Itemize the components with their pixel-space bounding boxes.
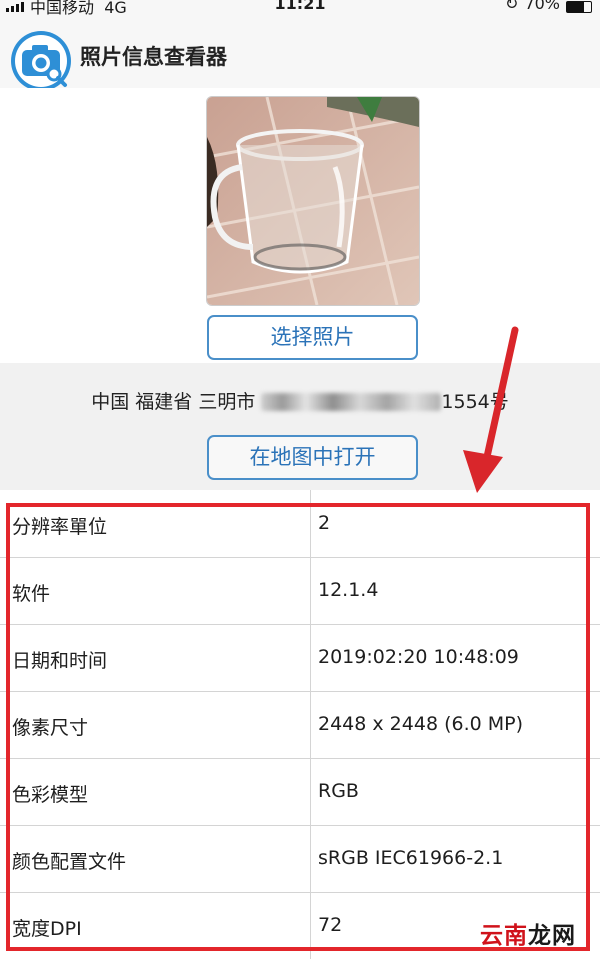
row-value: 72 [318, 914, 343, 936]
photo-thumbnail[interactable] [206, 96, 420, 306]
address-text: 中国 福建省 三明市 1554号 [0, 387, 600, 414]
row-key: 像素尺寸 [12, 717, 89, 739]
status-bar: 中国移动 4G 11:21 ↻ 70% [0, 0, 600, 18]
clock: 11:21 [274, 0, 326, 13]
row-value: 2448 x 2448 (6.0 MP) [318, 713, 524, 735]
watermark: 云南龙网 [480, 916, 576, 950]
table-row: 日期和时间 2019:02:20 10:48:09 [0, 624, 600, 692]
row-value: 12.1.4 [318, 579, 379, 601]
row-key: 日期和时间 [12, 650, 108, 672]
row-value: 2 [318, 512, 331, 534]
rotation-lock-icon: ↻ [505, 0, 519, 13]
table-row: 颜色配置文件 sRGB IEC61966-2.1 [0, 825, 600, 893]
watermark-part2: 龙网 [528, 923, 576, 949]
row-value: 2019:02:20 10:48:09 [318, 646, 519, 668]
camera-search-icon [11, 31, 71, 91]
address-redacted [261, 393, 442, 411]
open-in-map-button[interactable]: 在地图中打开 [207, 435, 418, 480]
table-row: 分辨率單位 2 [0, 490, 600, 558]
row-value: RGB [318, 780, 359, 802]
signal-strength-icon [6, 2, 24, 12]
row-key: 色彩模型 [12, 784, 89, 806]
battery-percent: 70% [524, 0, 560, 13]
address-suffix: 1554号 [441, 391, 509, 413]
table-row: 色彩模型 RGB [0, 758, 600, 826]
app-title: 照片信息查看器 [80, 45, 227, 69]
watermark-part1: 云南 [480, 923, 528, 949]
table-row: 像素尺寸 2448 x 2448 (6.0 MP) [0, 691, 600, 759]
row-key: 宽度DPI [12, 918, 82, 940]
glass-cup-photo [207, 97, 419, 305]
carrier-name: 中国移动 4G [30, 0, 127, 17]
address-visible: 中国 福建省 三明市 [91, 391, 256, 413]
row-key: 分辨率單位 [12, 516, 108, 538]
row-value: sRGB IEC61966-2.1 [318, 847, 504, 869]
table-row: 软件 12.1.4 [0, 557, 600, 625]
column-divider [310, 490, 311, 959]
exif-info-table: 分辨率單位 2 软件 12.1.4 日期和时间 2019:02:20 10:48… [0, 490, 600, 959]
location-section: 中国 福建省 三明市 1554号 在地图中打开 [0, 363, 600, 490]
photo-section: 选择照片 [0, 88, 600, 363]
app-header: 照片信息查看器 [0, 18, 600, 91]
right-status: ↻ 70% [505, 0, 592, 13]
row-key: 颜色配置文件 [12, 851, 127, 873]
select-photo-button[interactable]: 选择照片 [207, 315, 418, 360]
battery-icon [566, 0, 592, 13]
row-key: 软件 [12, 583, 51, 605]
network-type: 4G [104, 0, 127, 17]
